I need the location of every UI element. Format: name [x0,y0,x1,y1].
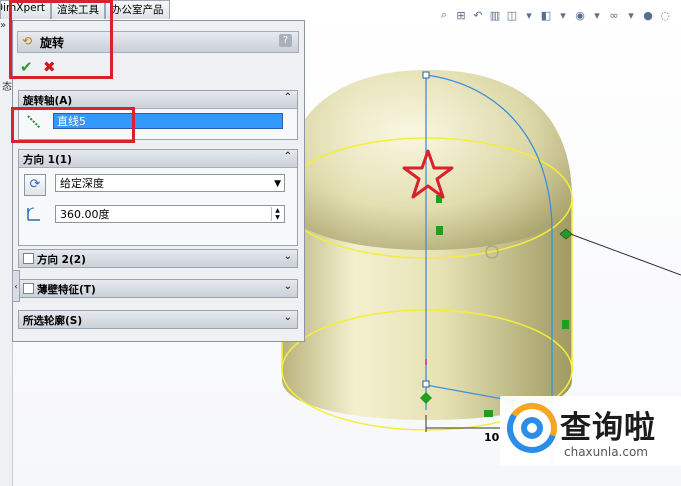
thin-feature-checkbox[interactable] [23,283,34,294]
expand-panel-icon[interactable]: » [0,20,6,31]
previous-view-icon[interactable]: ↶ [471,8,485,22]
direction1-label: 方向 1(1) [23,154,72,166]
zoom-area-icon[interactable]: ⊞ [454,8,468,22]
selected-contours-header[interactable]: 所选轮廓(S) ⌄ [19,311,297,328]
construction-line [564,231,681,276]
endpoint-top [422,71,430,79]
edit-appearance-icon[interactable]: ∞ [607,8,621,22]
watermark: 查询啦 chaxunla.com [500,396,681,466]
view-orientation-icon[interactable]: ◫ [505,8,519,22]
dimension-label[interactable]: 10 [484,431,499,444]
dome-shading [282,70,572,250]
direction2-checkbox[interactable] [23,253,34,264]
axis-group-label: 旋转轴(A) [23,95,73,107]
relation-marker [484,410,493,417]
highlight-box-title [9,0,113,79]
hide-show-icon[interactable]: ◉ [573,8,587,22]
end-condition-select[interactable]: 给定深度 ▼ [55,174,285,192]
apply-scene-icon[interactable]: ● [641,8,655,22]
end-condition-value: 给定深度 [60,177,104,190]
view-toolbar: ⌕ ⊞ ↶ ▥ ◫ ▾ ◧ ▾ ◉ ▾ ∞ ▾ ● ◌ [437,6,672,24]
chevron-down-icon[interactable]: ⌄ [284,281,292,292]
thin-feature-group[interactable]: 薄壁特征(T) ⌄ [18,279,298,298]
reverse-direction-icon[interactable]: ⟳ [24,174,46,196]
relation-marker [562,320,569,329]
dropdown-arrow-icon[interactable]: ▼ [274,175,281,193]
direction1-header[interactable]: 方向 1(1) ⌃ [19,150,297,168]
chevron-down-icon[interactable]: ⌄ [284,312,292,323]
section-view-icon[interactable]: ▥ [488,8,502,22]
chevron-up-icon[interactable]: ⌃ [284,151,292,162]
direction2-header[interactable]: 方向 2(2) ⌄ [19,250,297,267]
chevron-down-icon[interactable]: ▾ [522,8,536,22]
highlight-box-axis [11,107,135,143]
selected-contours-label: 所选轮廓(S) [23,315,83,327]
watermark-name: 查询啦 [560,410,656,446]
direction2-group[interactable]: 方向 2(2) ⌄ [18,249,298,268]
chevron-up-icon[interactable]: ⌃ [284,92,292,103]
thin-feature-header[interactable]: 薄壁特征(T) ⌄ [19,280,297,297]
chevron-down-icon[interactable]: ⌄ [284,251,292,262]
angle-value: 360.00度 [60,208,110,221]
angle-spinner[interactable]: ▲ ▼ [271,207,283,221]
watermark-url: chaxunla.com [564,445,648,459]
watermark-logo [507,403,557,453]
zoom-fit-icon[interactable]: ⌕ [437,8,451,22]
chevron-down-icon[interactable]: ▾ [590,8,604,22]
help-button[interactable]: ? [279,34,292,47]
endpoint-bottom [422,380,430,388]
selected-contours-group[interactable]: 所选轮廓(S) ⌄ [18,310,298,329]
view-settings-icon[interactable]: ◌ [658,8,672,22]
chevron-down-icon[interactable]: ▾ [624,8,638,22]
direction2-label: 方向 2(2) [37,254,86,266]
chevron-down-icon[interactable]: ▾ [556,8,570,22]
direction1-group: 方向 1(1) ⌃ ⟳ 给定深度 ▼ 360.00度 ▲ ▼ [18,149,298,246]
angle-input[interactable]: 360.00度 ▲ ▼ [55,205,285,223]
angle-icon [25,205,43,223]
display-style-icon[interactable]: ◧ [539,8,553,22]
relation-marker [436,226,443,235]
tab-office-products[interactable]: 办公室产品 [105,0,170,19]
panel-collapse-handle[interactable]: ‹ [12,270,20,302]
thin-feature-label: 薄壁特征(T) [37,284,96,296]
strip-label: 态 [2,82,12,93]
